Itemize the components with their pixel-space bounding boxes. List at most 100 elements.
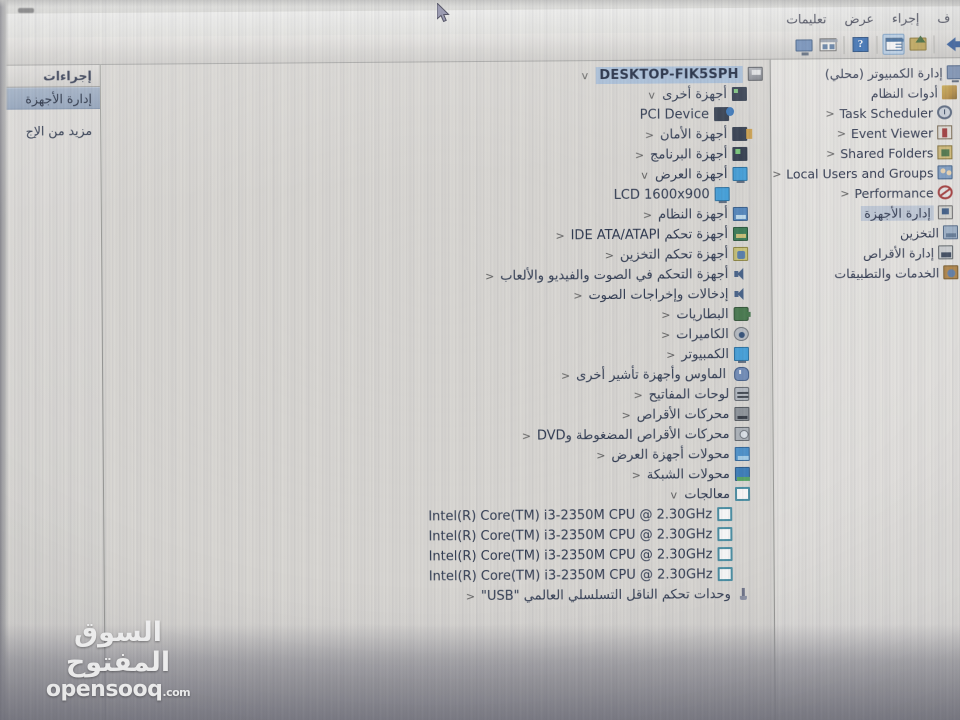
display-adapter-icon: [734, 446, 750, 462]
console-tree-item[interactable]: إدارة الكمبيوتر (محلي): [771, 62, 960, 84]
monitor-icon: [733, 346, 750, 362]
tree-expander-icon[interactable]: <: [665, 348, 676, 361]
tree-expander-icon[interactable]: <: [644, 128, 655, 141]
menu-view[interactable]: عرض: [835, 9, 883, 29]
tree-expander-icon[interactable]: v: [579, 69, 590, 82]
console-tree-pane[interactable]: إدارة الكمبيوتر (محلي) أدوات النظام Task S…: [769, 58, 960, 720]
console-tree-item[interactable]: إدارة الأقراص: [772, 242, 960, 264]
tree-expander-icon[interactable]: <: [660, 308, 671, 321]
console-tree-item[interactable]: Event Viewer <: [771, 122, 960, 144]
tree-expander-icon[interactable]: <: [839, 187, 850, 200]
tree-expander-icon[interactable]: <: [634, 148, 645, 161]
tree-expander-icon[interactable]: <: [642, 208, 653, 221]
tree-expander-icon[interactable]: <: [560, 369, 571, 382]
console-tree-item[interactable]: أدوات النظام: [771, 82, 960, 104]
computer-management-window: إدارة الكمبيوتر فإجراءعرضتعليمات ? إدارة…: [0, 0, 960, 720]
toolbar-separator: [933, 34, 935, 53]
device-tree-item-label: محركات الأقراص: [636, 406, 730, 423]
export-folder-icon: [908, 37, 927, 51]
watermark-arabic: السوق المفتوح: [65, 617, 171, 679]
console-tree-item-label: Event Viewer: [850, 124, 934, 141]
users-icon: [937, 165, 953, 180]
device-tree-item-label: Intel(R) Core(TM) i3-2350M CPU @ 2.30GHz: [428, 526, 713, 544]
tree-expander-icon[interactable]: <: [521, 429, 532, 442]
device-tree-item-label: PCI Device: [639, 106, 710, 123]
pc-icon: [747, 66, 763, 81]
tree-expander-icon[interactable]: <: [465, 590, 476, 603]
photographed-screen: إدارة الكمبيوتر فإجراءعرضتعليمات ? إدارة…: [0, 0, 960, 720]
device-tree-item-label: إدخالات وإخراجات الصوت: [588, 286, 729, 303]
device-tree-item-label: البطاريات: [676, 306, 729, 322]
device-tree-item-label: محولات الشبكة: [646, 466, 730, 483]
tree-expander-icon[interactable]: <: [825, 147, 836, 160]
device-tree-item-label: Intel(R) Core(TM) i3-2350M CPU @ 2.30GHz: [428, 506, 713, 524]
menu-file[interactable]: ف: [928, 8, 959, 28]
console-tree-item-label: إدارة الكمبيوتر (محلي): [824, 64, 943, 81]
tree-expander-icon[interactable]: <: [604, 248, 615, 261]
computer-icon: [946, 65, 960, 80]
storage-icon: [942, 225, 959, 240]
tree-expander-icon[interactable]: <: [824, 107, 835, 120]
dvd-icon: [734, 426, 750, 442]
back-arrow-icon: [945, 36, 956, 51]
properties-icon: [884, 37, 903, 51]
device-tree-item-label: أجهزة العرض: [654, 166, 728, 183]
actions-pane-item[interactable]: إدارة الأجهزة: [0, 86, 101, 110]
tree-expander-icon[interactable]: v: [668, 488, 679, 501]
disk-icon: [938, 245, 954, 260]
tree-expander-icon[interactable]: <: [660, 328, 671, 341]
device-tree-item-label: LCD 1600x900: [613, 186, 710, 203]
export-folder-button[interactable]: [906, 33, 928, 54]
console-tree-item[interactable]: الخدمات والتطبيقات: [772, 262, 960, 284]
other-icon: [731, 86, 747, 102]
console-tree-item[interactable]: إدارة الأجهزة: [772, 202, 960, 224]
device-tree-item-label: محولات أجهزة العرض: [611, 446, 730, 463]
device-tree-item-label: أجهزة تحكم IDE ATA/ATAPI: [570, 226, 729, 243]
drive-icon: [734, 406, 750, 422]
help-button[interactable]: ?: [849, 34, 871, 55]
console-tree-item-label: التخزين: [899, 224, 940, 241]
tree-expander-icon[interactable]: <: [621, 408, 632, 421]
mouse-icon: [734, 366, 750, 382]
actions-pane-item[interactable]: مزيد من الإج: [0, 119, 100, 142]
console-tree-item-label: إدارة الأجهزة: [861, 204, 934, 221]
device-tree-item-label: أجهزة التحكم في الصوت والفيديو والألعاب: [500, 266, 729, 284]
console-tree-item[interactable]: Task Scheduler <: [771, 102, 960, 124]
tree-expander-icon[interactable]: <: [555, 229, 566, 242]
device-tree-item-label: محركات الأقراص المضغوطة وDVD: [536, 426, 730, 444]
watermark-english: opensooq.com: [18, 677, 218, 702]
system-device-icon: [732, 206, 748, 222]
tree-expander-icon[interactable]: v: [646, 88, 657, 101]
usb-icon: [736, 587, 751, 601]
tree-expander-icon[interactable]: <: [633, 388, 644, 401]
screen-smudge: [18, 8, 34, 13]
tree-expander-icon[interactable]: <: [771, 167, 782, 180]
performance-icon: [937, 185, 953, 200]
menu-help[interactable]: تعليمات: [777, 9, 835, 29]
tree-expander-icon[interactable]: <: [595, 449, 606, 462]
menu-action[interactable]: إجراء: [883, 8, 929, 28]
mouse-cursor-icon: [437, 3, 450, 23]
event-icon: [937, 125, 953, 140]
console-tree-item[interactable]: Local Users and Groups <: [771, 162, 960, 184]
tree-expander-icon[interactable]: <: [572, 289, 583, 302]
monitor-icon: [714, 187, 730, 202]
tree-expander-icon[interactable]: v: [639, 168, 650, 181]
console-tree-item-label: Shared Folders: [840, 144, 934, 161]
scan-hardware-button[interactable]: [792, 34, 814, 55]
tree-expander-icon[interactable]: <: [631, 468, 642, 481]
software-icon: [732, 146, 748, 162]
device-tree-item[interactable]: وحدات تحكم الناقل التسلسلي العالمي "USB"…: [106, 584, 773, 609]
cpu-icon: [717, 527, 733, 542]
console-tree-item[interactable]: التخزين: [772, 222, 960, 244]
tree-expander-icon[interactable]: <: [836, 127, 847, 140]
device-tree-item-label: أجهزة البرنامج: [649, 146, 728, 163]
cpu-icon: [717, 547, 733, 562]
properties-button[interactable]: [882, 33, 905, 55]
tree-expander-icon[interactable]: <: [484, 269, 495, 282]
back-arrow-button[interactable]: [939, 33, 960, 54]
help-icon: ?: [852, 36, 869, 53]
console-tree-item[interactable]: Shared Folders <: [771, 142, 960, 164]
console-tree-item[interactable]: Performance <: [772, 182, 960, 204]
window-button[interactable]: [816, 34, 838, 55]
